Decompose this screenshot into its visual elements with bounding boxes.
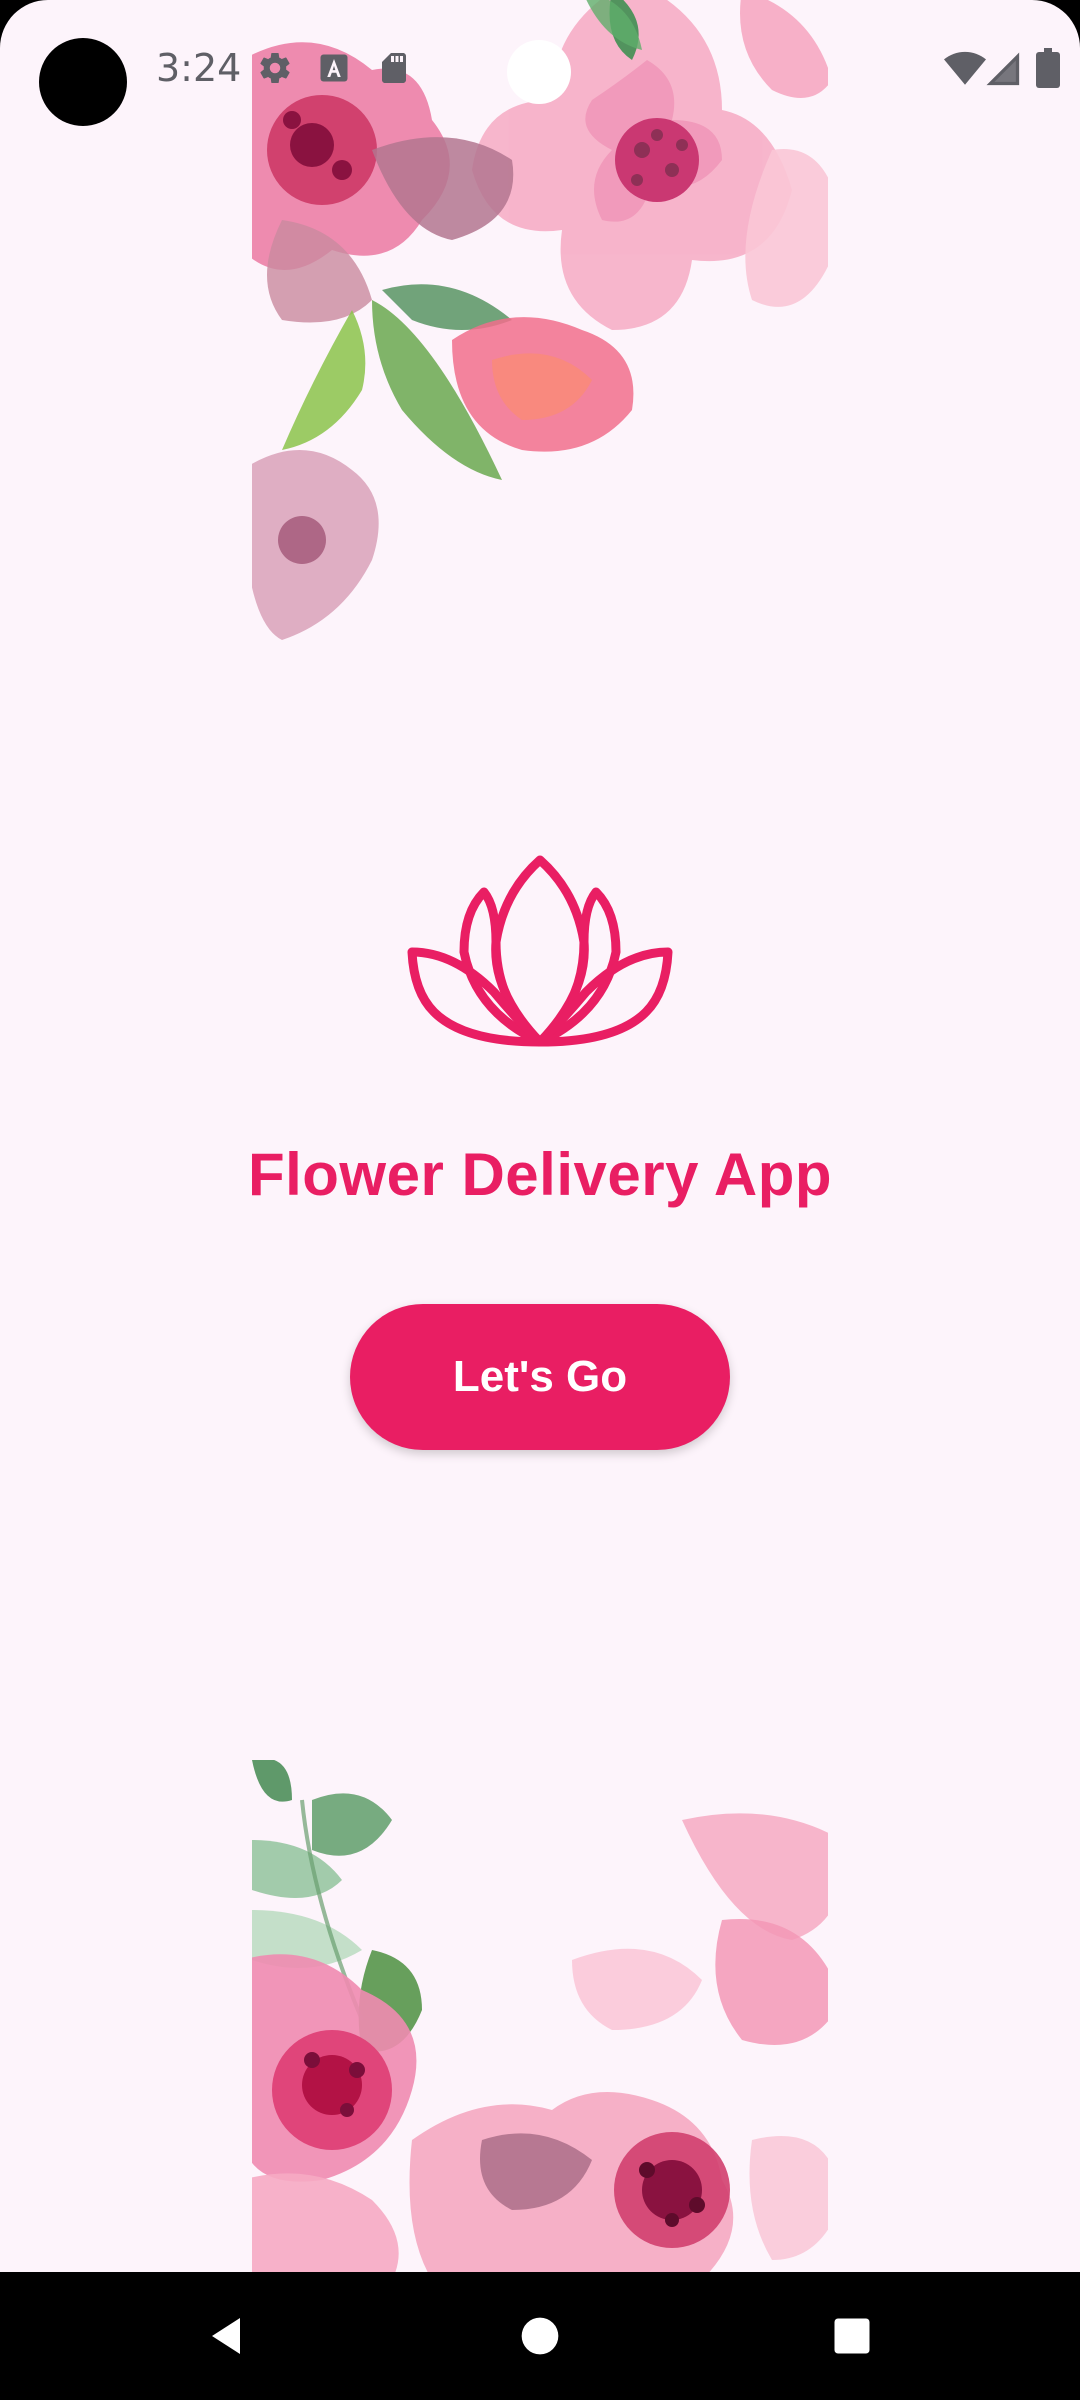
- navigation-bar: [0, 2272, 1080, 2400]
- status-time: 3:24: [156, 46, 242, 90]
- back-triangle-icon: [212, 2318, 240, 2354]
- battery-icon: [1036, 48, 1060, 88]
- wifi-icon: [944, 51, 986, 85]
- gear-icon: [260, 53, 290, 84]
- bottom-flower-decoration: [252, 1760, 828, 2272]
- splash-screen: 3:24 Flower Delivery App Let's Go: [0, 0, 1080, 2400]
- home-circle-icon: [521, 2317, 559, 2355]
- recents-square-icon: [834, 2318, 870, 2354]
- app-title: Flower Delivery App: [247, 1141, 833, 1208]
- lotus-icon: [407, 855, 673, 1047]
- status-bar: 3:24: [0, 0, 1080, 140]
- font-a-icon: [320, 54, 348, 82]
- camera-cutout: [39, 38, 127, 126]
- sd-card-icon: [382, 53, 406, 83]
- recents-button[interactable]: [772, 2272, 932, 2400]
- home-button[interactable]: [460, 2272, 620, 2400]
- status-dot: [507, 40, 571, 104]
- lets-go-button[interactable]: Let's Go: [350, 1304, 730, 1450]
- back-button[interactable]: [146, 2272, 306, 2400]
- cell-signal-icon: [986, 52, 1020, 86]
